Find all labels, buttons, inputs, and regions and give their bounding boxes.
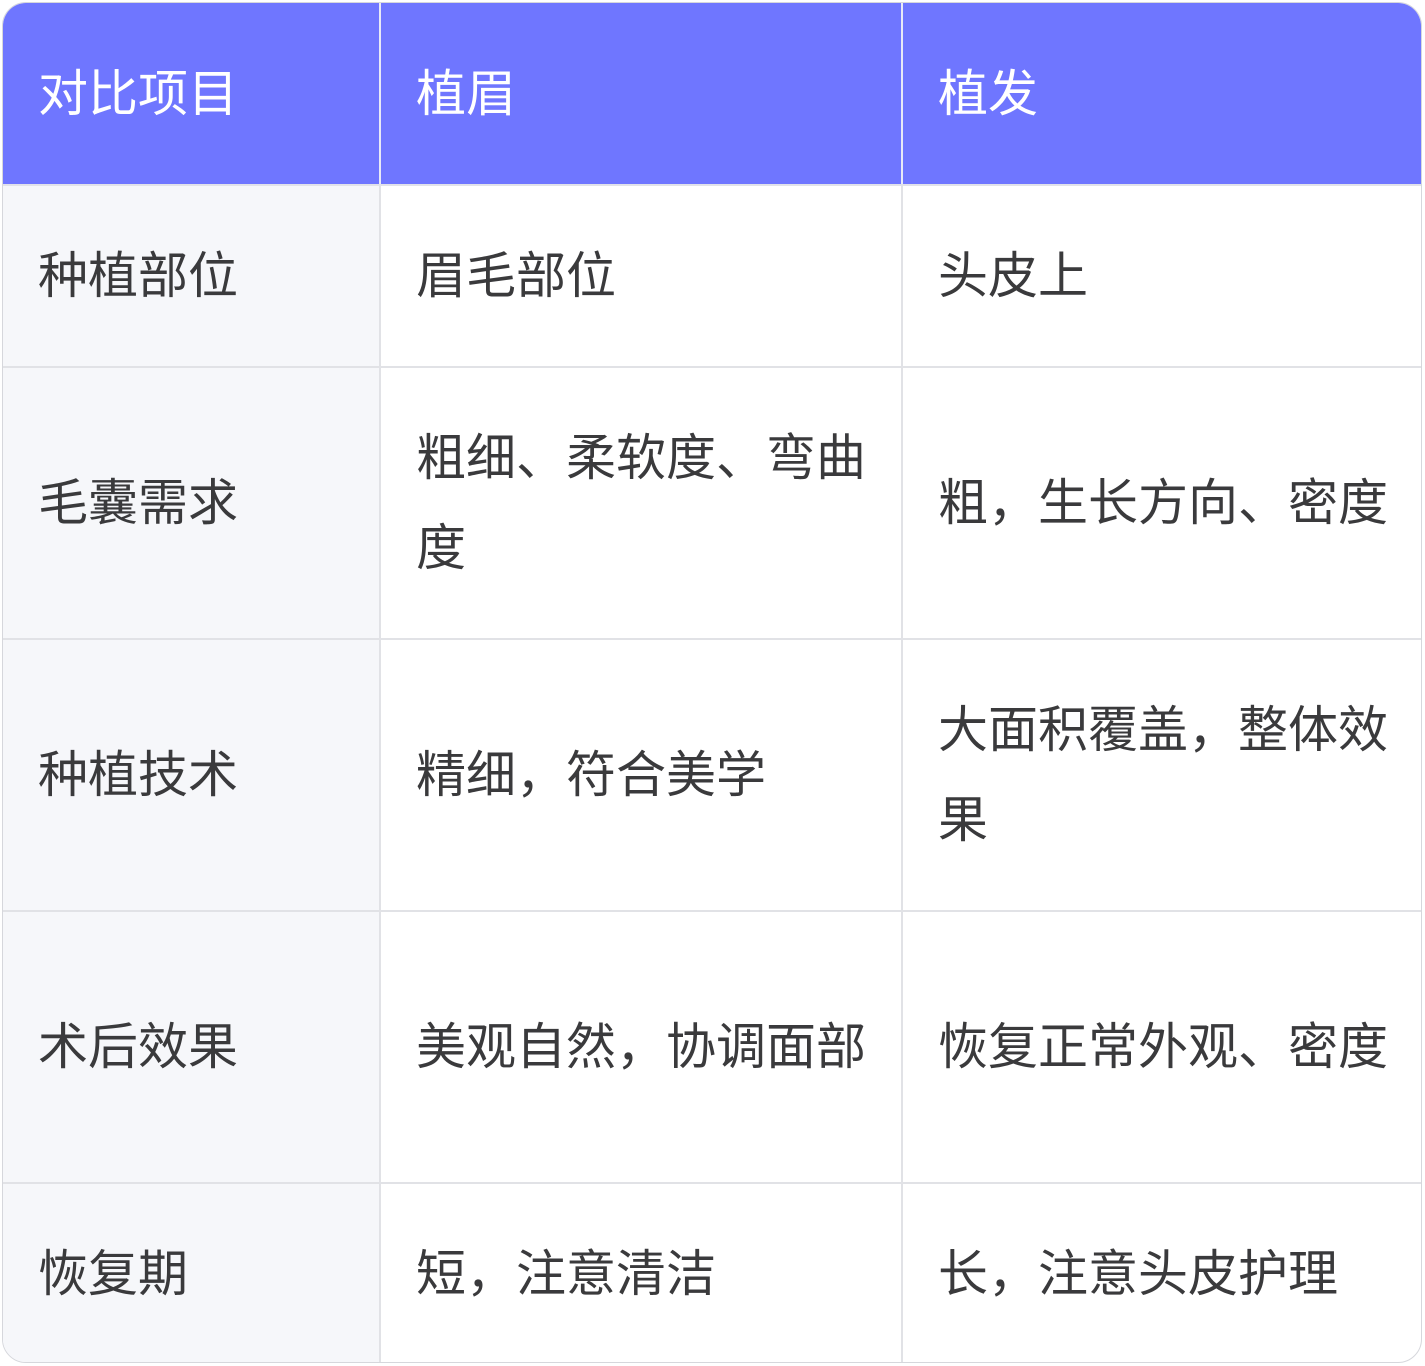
row-label: 种植技术 bbox=[3, 639, 381, 912]
table-row: 种植技术 精细，符合美学 大面积覆盖，整体效果 bbox=[3, 639, 1421, 912]
row-label: 毛囊需求 bbox=[3, 367, 381, 640]
hair-cell: 恢复正常外观、密度 bbox=[902, 911, 1421, 1184]
table-header-row: 对比项目 植眉 植发 bbox=[3, 3, 1421, 186]
header-hair-transplant: 植发 bbox=[902, 3, 1421, 186]
table-row: 恢复期 短，注意清洁 长，注意头皮护理 bbox=[3, 1183, 1421, 1362]
row-label: 恢复期 bbox=[3, 1183, 381, 1362]
eyebrow-cell: 美观自然，协调面部 bbox=[380, 911, 903, 1184]
header-eyebrow-transplant: 植眉 bbox=[380, 3, 903, 186]
eyebrow-cell: 粗细、柔软度、弯曲度 bbox=[380, 367, 903, 640]
hair-cell: 长，注意头皮护理 bbox=[938, 1245, 1338, 1303]
hair-cell: 大面积覆盖，整体效果 bbox=[902, 639, 1421, 912]
table-row: 术后效果 美观自然，协调面部 恢复正常外观、密度 bbox=[3, 911, 1421, 1184]
header-item: 对比项目 bbox=[3, 3, 381, 186]
table-row: 种植部位 眉毛部位 头皮上 bbox=[3, 185, 1421, 368]
hair-cell: 粗，生长方向、密度 bbox=[902, 367, 1421, 640]
row-label: 种植部位 bbox=[3, 185, 381, 368]
table-row: 毛囊需求 粗细、柔软度、弯曲度 粗，生长方向、密度 bbox=[3, 367, 1421, 640]
eyebrow-cell: 眉毛部位 bbox=[380, 185, 903, 368]
hair-cell: 头皮上 bbox=[902, 185, 1421, 368]
row-label: 术后效果 bbox=[3, 911, 381, 1184]
comparison-table-container: 对比项目 植眉 植发 种植部位 眉毛部位 头皮上 毛囊需求 粗细、柔软度、弯曲度… bbox=[2, 2, 1422, 1363]
eyebrow-cell: 短，注意清洁 bbox=[380, 1183, 903, 1362]
eyebrow-cell: 精细，符合美学 bbox=[380, 639, 903, 912]
comparison-table: 对比项目 植眉 植发 种植部位 眉毛部位 头皮上 毛囊需求 粗细、柔软度、弯曲度… bbox=[3, 3, 1421, 1362]
